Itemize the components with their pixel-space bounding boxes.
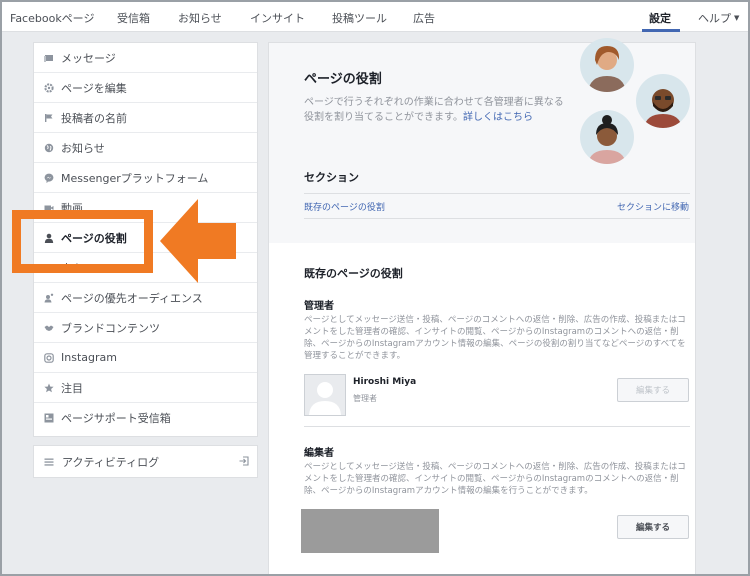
star-icon (44, 383, 54, 393)
top-nav: Facebookページ 受信箱 お知らせ インサイト 投稿ツール 広告 設定 ヘ… (2, 2, 748, 32)
pointer-arrow-icon (160, 199, 236, 283)
message-icon (44, 53, 54, 63)
avatar-illustration (636, 74, 690, 128)
sidebar-item-label: 注目 (61, 381, 83, 395)
nav-notifications[interactable]: お知らせ (178, 10, 222, 26)
nav-active-underline (642, 29, 680, 32)
globe-icon (44, 143, 54, 153)
admin-user-role: 管理者 (353, 394, 377, 403)
help-label: ヘルプ (698, 12, 731, 25)
list-icon (44, 457, 54, 467)
divider (304, 426, 690, 427)
sidebar-item-label: ページの優先オーディエンス (61, 291, 203, 305)
gear-icon (44, 82, 54, 93)
edit-admin-button[interactable]: 編集する (617, 378, 689, 402)
section-existing-roles-link[interactable]: 既存のページの役割 (304, 200, 385, 213)
page-title: ページの役割 (304, 72, 382, 87)
section-label: セクション (304, 171, 359, 184)
instagram-icon (44, 352, 54, 363)
avatar-illustration (580, 110, 634, 164)
nav-help[interactable]: ヘルプ ▼ (698, 10, 739, 26)
activity-log-panel: アクティビティログ (33, 445, 258, 478)
flag-icon (44, 113, 54, 123)
nav-settings[interactable]: 設定 (649, 10, 671, 26)
sidebar-item-featured[interactable]: 注目 (34, 373, 257, 403)
nav-facebook-page[interactable]: Facebookページ (10, 10, 94, 26)
avatar (304, 374, 346, 416)
inbox-icon (44, 413, 54, 423)
chevron-down-icon: ▼ (734, 14, 740, 22)
sidebar-item-notifications[interactable]: お知らせ (34, 133, 257, 163)
sidebar-item-support-inbox[interactable]: ページサポート受信箱 (34, 403, 257, 433)
avatar-illustration (580, 38, 634, 92)
divider (304, 218, 690, 219)
editor-role-title: 編集者 (304, 448, 334, 459)
nav-ads[interactable]: 広告 (413, 10, 435, 26)
sidebar-item-poster-name[interactable]: 投稿者の名前 (34, 103, 257, 133)
sidebar-item-label: お知らせ (61, 141, 105, 155)
editor-role-description: ページとしてメッセージ送信・投稿、ページのコメントへの返信・削除、広告の作成、投… (304, 462, 686, 496)
highlight-box (12, 210, 153, 273)
main-panel: ページの役割 ページで行うそれぞれの作業に合わせて各管理者に異なる役割を割り当て… (268, 38, 696, 576)
page-description: ページで行うそれぞれの作業に合わせて各管理者に異なる役割を割り当てることができま… (304, 95, 564, 125)
sidebar-item-edit-page[interactable]: ページを編集 (34, 73, 257, 103)
sidebar-item-label: ページを編集 (61, 81, 127, 95)
nav-insights[interactable]: インサイト (250, 10, 305, 26)
admin-role-description: ページとしてメッセージ送信・投稿、ページのコメントへの返信・削除、広告の作成、投… (304, 315, 686, 361)
sidebar-item-branded-content[interactable]: ブランドコンテンツ (34, 313, 257, 343)
learn-more-link[interactable]: 詳しくはこちら (463, 112, 533, 123)
sidebar-item-label: 投稿者の名前 (61, 111, 127, 125)
sidebar-item-instagram[interactable]: Instagram (34, 343, 257, 373)
admin-role-title: 管理者 (304, 301, 334, 312)
sidebar-item-label: Messengerプラットフォーム (61, 171, 209, 185)
sidebar-item-preferred-audience[interactable]: ページの優先オーディエンス (34, 283, 257, 313)
admin-user-name[interactable]: Hiroshi Miya (353, 377, 416, 387)
sidebar-item-label: ページサポート受信箱 (61, 412, 171, 425)
messenger-icon (44, 173, 54, 183)
audience-icon (44, 293, 54, 303)
divider (304, 193, 690, 194)
redacted-user (301, 509, 439, 553)
sidebar-item-label: ブランドコンテンツ (61, 321, 160, 335)
edit-editor-button[interactable]: 編集する (617, 515, 689, 539)
open-icon (239, 456, 249, 466)
sidebar-item-label: アクティビティログ (62, 455, 160, 469)
handshake-icon (44, 323, 54, 333)
existing-roles-title: 既存のページの役割 (304, 267, 403, 280)
go-to-section-link[interactable]: セクションに移動 (617, 200, 689, 213)
sidebar-item-label: Instagram (61, 351, 117, 364)
sidebar-item-label: メッセージ (61, 51, 116, 65)
sidebar-item-activity-log[interactable]: アクティビティログ (34, 446, 257, 477)
sidebar-item-messages[interactable]: メッセージ (34, 43, 257, 73)
sidebar-item-messenger-platform[interactable]: Messengerプラットフォーム (34, 163, 257, 193)
nav-publishing-tools[interactable]: 投稿ツール (332, 10, 387, 26)
nav-inbox[interactable]: 受信箱 (117, 10, 150, 26)
